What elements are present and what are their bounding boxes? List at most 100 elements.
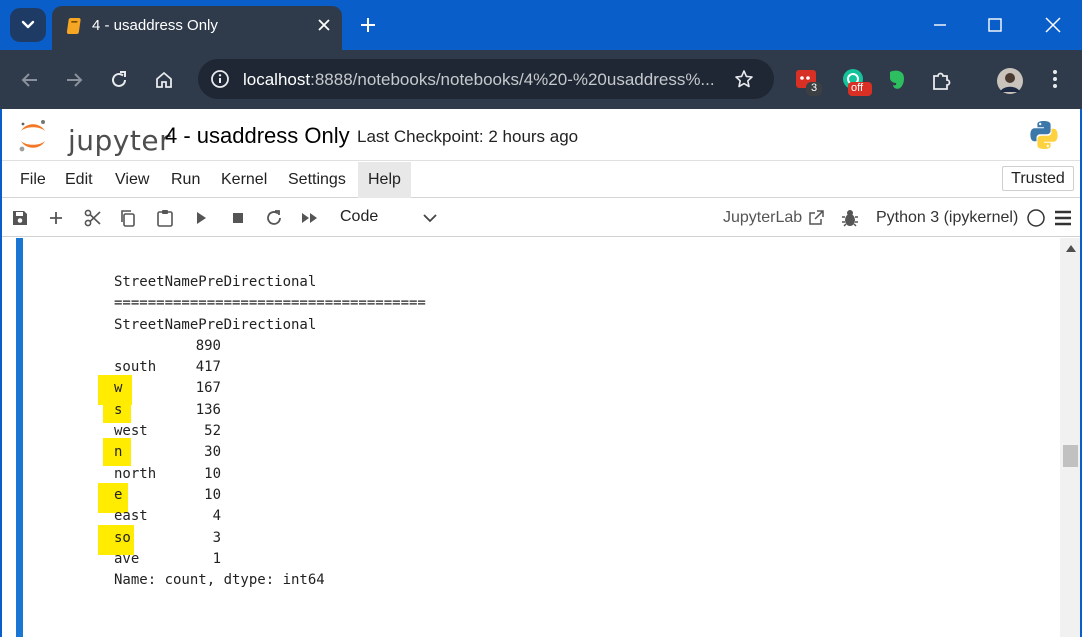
- home-button[interactable]: [151, 67, 177, 93]
- row-count: 10: [204, 465, 221, 482]
- address-bar[interactable]: localhost:8888/notebooks/notebooks/4%20-…: [198, 59, 774, 99]
- value-count-row: 890: [114, 336, 426, 357]
- bookmark-button[interactable]: [732, 67, 756, 91]
- browser-tab[interactable]: 4 - usaddress Only: [52, 6, 342, 50]
- kernel-name[interactable]: Python 3 (ipykernel): [876, 209, 1018, 227]
- chevron-down-icon: [21, 20, 35, 29]
- menu-file[interactable]: File: [16, 162, 50, 198]
- menu-settings[interactable]: Settings: [284, 162, 350, 198]
- restart-button[interactable]: [263, 207, 285, 229]
- back-button[interactable]: [17, 67, 43, 93]
- row-count: 136: [195, 401, 221, 418]
- run-all-icon: [302, 213, 317, 223]
- window-close-icon: [1045, 17, 1061, 33]
- row-label: south: [114, 359, 157, 376]
- run-all-button[interactable]: [299, 207, 321, 229]
- paste-button[interactable]: [154, 207, 176, 229]
- row-label: east: [114, 508, 148, 525]
- value-count-row: west 52: [114, 421, 426, 442]
- row-label: ave: [114, 550, 140, 567]
- row-label: w: [114, 380, 123, 397]
- close-tab-button[interactable]: [314, 15, 334, 35]
- run-icon: [197, 212, 206, 224]
- menu-edit[interactable]: Edit: [61, 162, 97, 198]
- chevron-down-icon[interactable]: [421, 209, 439, 227]
- extension-todo[interactable]: 3: [796, 68, 822, 96]
- notebook-favicon-icon: [66, 18, 81, 34]
- restart-icon: [267, 210, 281, 225]
- url-path: :8888/notebooks/notebooks/4%20-%20usaddr…: [310, 70, 715, 89]
- browser-titlebar: 4 - usaddress Only: [0, 0, 1082, 50]
- external-link-icon[interactable]: [808, 209, 825, 226]
- save-button[interactable]: [9, 207, 31, 229]
- maximize-button[interactable]: [984, 14, 1006, 36]
- info-icon: [211, 70, 229, 88]
- puzzle-icon: [933, 72, 951, 90]
- notebook-area: StreetNamePreDirectional ===============…: [0, 238, 1082, 637]
- avatar: [997, 68, 1023, 94]
- kernel-status-icon: [1027, 209, 1045, 227]
- tab-title: 4 - usaddress Only: [92, 17, 218, 34]
- extension-badge-off: off: [851, 82, 864, 94]
- evernote-extension-icon: [890, 70, 904, 89]
- scroll-thumb[interactable]: [1063, 445, 1078, 467]
- row-count: 52: [204, 423, 221, 440]
- browser-menu-button[interactable]: [1045, 68, 1071, 94]
- trusted-indicator[interactable]: Trusted: [1002, 166, 1074, 191]
- cell-type-select[interactable]: Code: [340, 208, 378, 226]
- minimize-icon: [934, 24, 946, 26]
- new-tab-button[interactable]: [356, 13, 380, 37]
- row-label: n: [114, 444, 123, 461]
- output-header: StreetNamePreDirectional: [114, 274, 317, 290]
- back-icon: [21, 73, 37, 87]
- site-info-button[interactable]: [206, 65, 234, 93]
- python-logo-icon: [1030, 121, 1058, 149]
- row-count: 4: [212, 508, 221, 525]
- jupyterlab-link[interactable]: JupyterLab: [723, 209, 802, 227]
- window-close-button[interactable]: [1042, 14, 1064, 36]
- menu-help[interactable]: Help: [358, 162, 411, 198]
- last-checkpoint: Last Checkpoint: 2 hours ago: [357, 127, 579, 146]
- copy-button[interactable]: [117, 207, 139, 229]
- save-icon: [13, 211, 27, 225]
- value-count-row: e 10: [114, 485, 426, 506]
- plus-icon: [50, 212, 62, 224]
- series-name: StreetNamePreDirectional: [114, 316, 317, 333]
- cut-icon: [84, 209, 101, 227]
- notebook-title[interactable]: 4 - usaddress Only: [165, 123, 350, 149]
- extension-evernote[interactable]: [885, 68, 911, 94]
- cut-button[interactable]: [82, 207, 104, 229]
- active-cell-indicator: [16, 238, 23, 637]
- menu-run[interactable]: Run: [167, 162, 204, 198]
- forward-button[interactable]: [61, 67, 87, 93]
- jupyter-header: jupyter 4 - usaddress Only Last Checkpoi…: [0, 109, 1082, 161]
- reload-button[interactable]: [106, 67, 132, 93]
- paste-icon: [157, 210, 173, 227]
- extension-badge-count: 3: [811, 82, 818, 94]
- minimize-button[interactable]: [929, 14, 951, 36]
- output-separator: =====================================: [114, 295, 426, 312]
- row-label: so: [114, 529, 131, 546]
- extensions-button[interactable]: [930, 68, 956, 94]
- interrupt-button[interactable]: [227, 207, 249, 229]
- value-count-row: ave 1: [114, 549, 426, 570]
- close-icon: [318, 19, 330, 31]
- run-button[interactable]: [190, 207, 212, 229]
- menu-kernel[interactable]: Kernel: [217, 162, 271, 198]
- menu-view[interactable]: View: [111, 162, 153, 198]
- jupyter-logo[interactable]: jupyter: [18, 118, 171, 157]
- insert-cell-button[interactable]: [45, 207, 67, 229]
- plus-icon: [361, 18, 375, 32]
- notebook-scrollbar[interactable]: [1060, 238, 1082, 637]
- scroll-up-icon[interactable]: [1066, 244, 1076, 252]
- jupyter-logo-icon: [19, 120, 45, 152]
- menu-bar: File Edit View Run Kernel Settings Help: [0, 162, 1082, 198]
- value-count-row: w 167: [114, 378, 426, 399]
- row-count: 1: [212, 550, 221, 567]
- jupyter-logo-text: jupyter: [68, 124, 172, 157]
- profile-avatar[interactable]: [997, 68, 1023, 94]
- tab-search-button[interactable]: [10, 8, 46, 42]
- bug-icon[interactable]: [841, 208, 859, 228]
- hamburger-icon[interactable]: [1054, 209, 1072, 227]
- extension-grammar[interactable]: off: [842, 68, 872, 96]
